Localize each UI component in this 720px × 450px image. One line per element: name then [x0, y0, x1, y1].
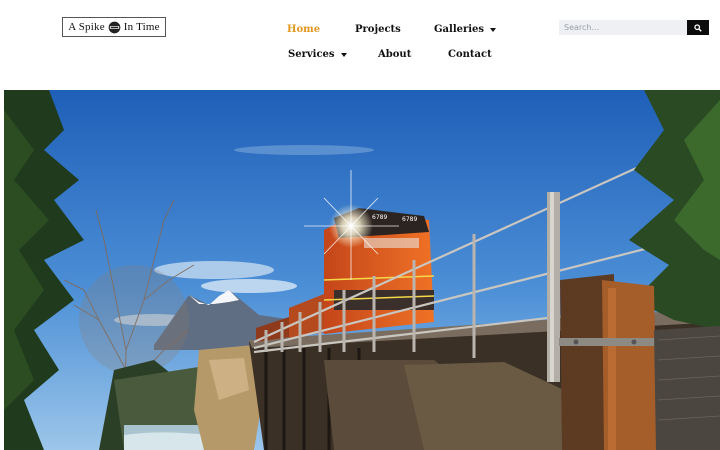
nav-services[interactable]: Services: [288, 49, 347, 60]
search-icon: [694, 23, 702, 32]
logo-text-left: A Spike: [68, 21, 105, 33]
nav-about[interactable]: About: [378, 49, 411, 60]
logo-text-right: In Time: [123, 21, 160, 33]
nav-galleries[interactable]: Galleries: [434, 24, 497, 35]
nav-projects-label: Projects: [355, 24, 401, 35]
nav-home-label: Home: [287, 24, 321, 35]
search-form: [559, 20, 709, 35]
site-logo[interactable]: A Spike In Time: [62, 17, 166, 37]
search-input[interactable]: [559, 20, 687, 35]
nav-about-label: About: [378, 49, 412, 60]
nav-galleries-label: Galleries: [434, 24, 485, 35]
search-button[interactable]: [687, 20, 709, 35]
nav-home[interactable]: Home: [287, 24, 320, 35]
locomotive-number-2: 6789: [402, 216, 417, 223]
hero-image: 6789 6789: [4, 90, 720, 450]
train-bridge-photo: 6789 6789: [4, 90, 720, 450]
locomotive-number: 6789: [372, 214, 387, 221]
nav-contact[interactable]: Contact: [448, 49, 492, 60]
nav-contact-label: Contact: [448, 49, 492, 60]
chevron-down-icon: [490, 27, 497, 32]
nav-services-label: Services: [288, 49, 335, 60]
nav-projects[interactable]: Projects: [355, 24, 401, 35]
chevron-down-icon: [340, 52, 347, 57]
railroad-spike-icon: [108, 21, 121, 33]
